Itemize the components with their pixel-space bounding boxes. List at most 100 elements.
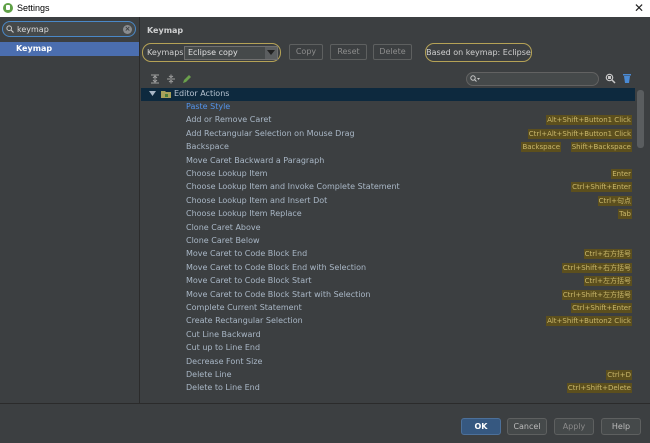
action-row[interactable]: Add Rectangular Selection on Mouse Drag C…: [141, 128, 635, 141]
action-name: Move Caret to Code Block End: [186, 249, 308, 258]
action-name: Move Caret to Code Block End with Select…: [186, 263, 367, 272]
action-name: Paste Style: [186, 102, 231, 111]
keymap-select[interactable]: Eclipse copy: [184, 46, 278, 60]
keymap-select-value: Eclipse copy: [188, 48, 238, 57]
folder-icon: [161, 91, 171, 98]
help-button[interactable]: Help: [601, 418, 641, 435]
action-row[interactable]: Add or Remove Caret Alt+Shift+Button1 Cli…: [141, 114, 635, 127]
action-name: Complete Current Statement: [186, 303, 302, 312]
search-icon: [6, 25, 14, 33]
keymap-bar: Keymaps: Eclipse copy Copy Reset Delete …: [141, 43, 650, 68]
action-name: Clone Caret Below: [186, 236, 260, 245]
copy-button[interactable]: Copy: [289, 44, 323, 60]
settings-search-input[interactable]: [17, 23, 117, 35]
action-row[interactable]: Complete Current Statement Ctrl+Shift+Ent…: [141, 302, 635, 315]
keymap-tree[interactable]: Editor Actions Paste Style Add or Remove …: [141, 88, 635, 399]
shortcut-badge: Ctrl+Shift+Delete: [566, 383, 632, 393]
action-row[interactable]: Move Caret to Code Block End with Select…: [141, 262, 635, 275]
search-icon: [470, 75, 480, 82]
action-row[interactable]: Cut up to Line End: [141, 342, 635, 355]
action-row[interactable]: Create Rectangular Selection Alt+Shift+Bu…: [141, 315, 635, 328]
action-name: Move Caret to Code Block Start with Sele…: [186, 290, 371, 299]
expand-arrow-icon[interactable]: [149, 91, 156, 97]
action-name: Delete to Line End: [186, 383, 260, 392]
clear-filter-icon[interactable]: [622, 73, 632, 84]
shortcut-badge: Ctrl+D: [606, 370, 632, 380]
close-icon[interactable]: ✕: [634, 1, 644, 15]
action-row[interactable]: Move Caret to Code Block End Ctrl+右方括号: [141, 248, 635, 261]
action-name: Choose Lookup Item Replace: [186, 209, 302, 218]
sidebar-item-keymap[interactable]: Keymap: [0, 42, 139, 56]
action-row[interactable]: Choose Lookup Item and Insert Dot Ctrl+句点: [141, 195, 635, 208]
action-name: Create Rectangular Selection: [186, 316, 303, 325]
reset-button[interactable]: Reset: [330, 44, 367, 60]
action-row[interactable]: Clone Caret Above: [141, 222, 635, 235]
shortcut-badge: Backspace: [521, 142, 561, 152]
shortcut-badge: Ctrl+Shift+Enter: [571, 182, 632, 192]
action-name: Move Caret Backward a Paragraph: [186, 156, 325, 165]
title-bar: Settings ✕: [0, 0, 650, 17]
action-row[interactable]: Choose Lookup Item and Invoke Complete S…: [141, 181, 635, 194]
shortcut-badge: Ctrl+左方括号: [583, 276, 632, 286]
action-row[interactable]: Move Caret Backward a Paragraph: [141, 155, 635, 168]
action-row[interactable]: Clone Caret Below: [141, 235, 635, 248]
page-title: Keymap: [147, 26, 184, 35]
action-row[interactable]: Move Caret to Code Block Start with Sele…: [141, 289, 635, 302]
action-row[interactable]: Choose Lookup Item Enter: [141, 168, 635, 181]
action-row[interactable]: Decrease Font Size: [141, 356, 635, 369]
shortcut-badge: Ctrl+Shift+Enter: [571, 303, 632, 313]
action-name: Add Rectangular Selection on Mouse Drag: [186, 129, 355, 138]
find-shortcut-icon[interactable]: [605, 73, 616, 84]
settings-sidebar: × Keymap: [0, 17, 140, 403]
action-name: Cut Line Backward: [186, 330, 261, 339]
shortcut-badge: Enter: [611, 169, 632, 179]
shortcut-badge: Ctrl+右方括号: [583, 249, 632, 259]
expand-all-icon[interactable]: [150, 74, 160, 84]
action-name: Move Caret to Code Block Start: [186, 276, 312, 285]
action-name: Delete Line: [186, 370, 232, 379]
shortcut-badge: Tab: [618, 209, 632, 219]
keymap-toolbar: [141, 71, 650, 89]
action-name: Add or Remove Caret: [186, 115, 272, 124]
action-filter-search[interactable]: [466, 72, 599, 86]
action-row[interactable]: Paste Style: [141, 101, 635, 114]
action-name: Choose Lookup Item and Invoke Complete S…: [186, 182, 400, 191]
action-row[interactable]: Move Caret to Code Block Start Ctrl+左方括号: [141, 275, 635, 288]
shortcut-badge: Alt+Shift+Button1 Click: [546, 115, 632, 125]
keymaps-label: Keymaps:: [147, 48, 187, 57]
shortcut-badge: Ctrl+Shift+右方括号: [561, 263, 632, 273]
action-row[interactable]: Delete to Line End Ctrl+Shift+Delete: [141, 382, 635, 395]
dialog-footer: OK Cancel Apply Help: [0, 403, 650, 443]
collapse-all-icon[interactable]: [166, 74, 176, 84]
shortcut-badge: Ctrl+Alt+Shift+Button1 Click: [527, 129, 632, 139]
action-name: Backspace: [186, 142, 229, 151]
action-name: Clone Caret Above: [186, 223, 261, 232]
action-name: Cut up to Line End: [186, 343, 261, 352]
clear-search-icon[interactable]: ×: [123, 25, 132, 34]
shortcut-badge: Ctrl+Shift+左方括号: [561, 290, 632, 300]
ok-button[interactable]: OK: [461, 418, 501, 435]
shortcut-badge: Alt+Shift+Button2 Click: [546, 316, 632, 326]
action-name: Choose Lookup Item and Insert Dot: [186, 196, 328, 205]
tree-group-editor-actions[interactable]: Editor Actions: [141, 88, 635, 101]
based-on-label: Based on keymap: Eclipse: [425, 43, 532, 62]
action-row[interactable]: Delete Line Ctrl+D: [141, 369, 635, 382]
action-row[interactable]: Choose Lookup Item Replace Tab: [141, 208, 635, 221]
window-title: Settings: [17, 3, 50, 13]
delete-button[interactable]: Delete: [373, 44, 412, 60]
tree-scrollbar[interactable]: [637, 88, 644, 399]
android-studio-icon: [3, 3, 13, 13]
cancel-button[interactable]: Cancel: [507, 418, 547, 435]
shortcut-badge: Ctrl+句点: [597, 196, 632, 206]
apply-button[interactable]: Apply: [554, 418, 594, 435]
group-label: Editor Actions: [174, 89, 230, 98]
shortcut-badge: Shift+Backspace: [570, 142, 632, 152]
chevron-down-icon[interactable]: [265, 47, 277, 59]
settings-search-box[interactable]: ×: [2, 21, 136, 37]
action-row[interactable]: Backspace Shift+Backspace Backspace: [141, 141, 635, 154]
keymaps-group: Keymaps: Eclipse copy: [142, 43, 281, 62]
edit-icon[interactable]: [182, 74, 192, 84]
scroll-thumb[interactable]: [637, 90, 644, 148]
action-name: Decrease Font Size: [186, 357, 263, 366]
action-row[interactable]: Cut Line Backward: [141, 329, 635, 342]
